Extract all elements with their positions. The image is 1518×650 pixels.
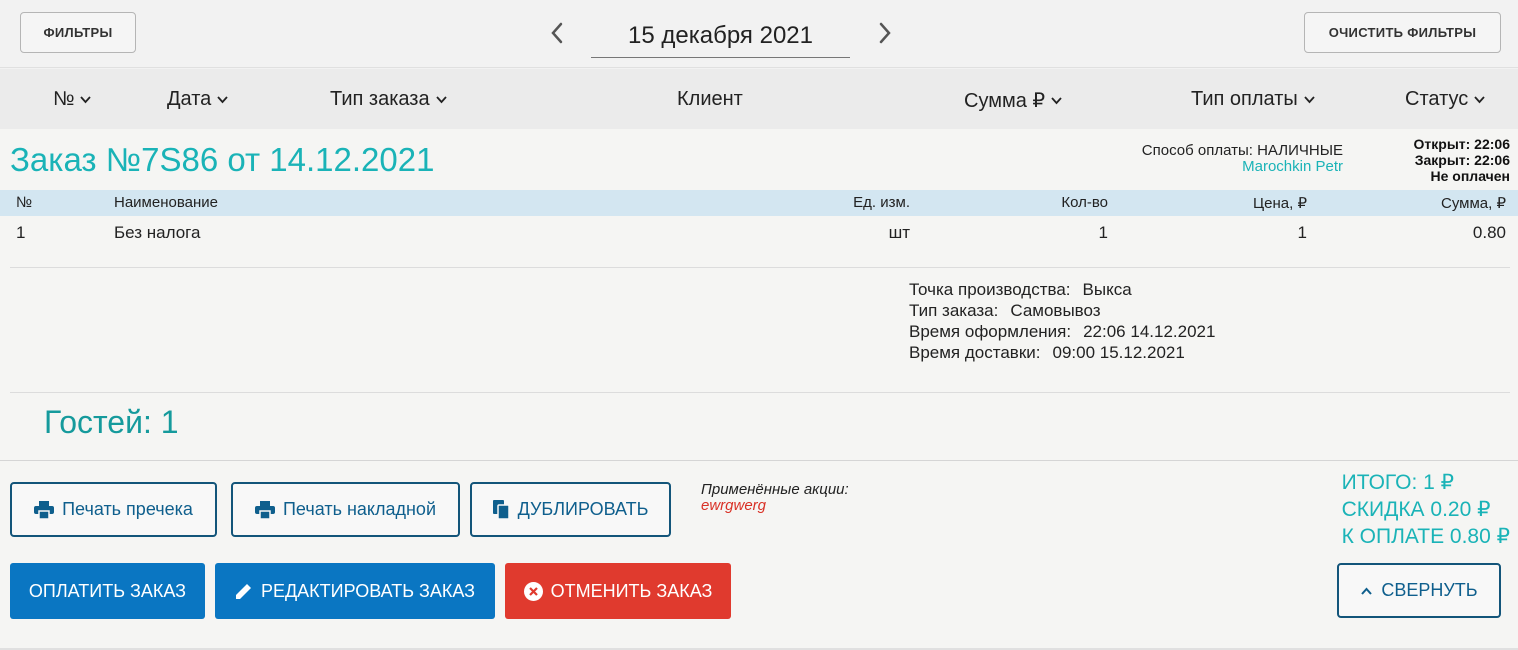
print-invoice-button[interactable]: Печать накладной	[231, 482, 460, 537]
item-qty: 1	[1098, 223, 1108, 242]
column-client: Клиент	[677, 88, 743, 111]
items-col-sum: Сумма, ₽	[1440, 195, 1506, 212]
column-number-label: №	[53, 88, 75, 110]
pencil-icon	[235, 584, 251, 599]
item-unit: шт	[888, 223, 910, 242]
chevron-down-icon	[217, 96, 228, 104]
promotion-name: ewrgwerg	[701, 497, 767, 514]
column-order-type-label: Тип заказа	[330, 88, 430, 110]
items-col-name: Наименование	[114, 194, 218, 211]
items-col-unit: Ед. изм.	[853, 194, 910, 211]
chevron-down-icon	[1474, 96, 1485, 104]
column-sum-label: Сумма ₽	[964, 90, 1046, 112]
column-header-row: № Дата Тип заказа Клиент Сумма ₽ Тип опл…	[0, 69, 1518, 129]
order-totals: ИТОГО: 1 ₽ СКИДКА 0.20 ₽ К ОПЛАТЕ 0.80 ₽	[1342, 469, 1510, 550]
order-user: Marochkin Petr	[1242, 158, 1343, 175]
column-payment-type[interactable]: Тип оплаты	[1191, 88, 1315, 111]
chevron-up-icon	[1361, 587, 1373, 595]
duplicate-button[interactable]: ДУБЛИРОВАТЬ	[470, 482, 671, 537]
amount-to-pay: К ОПЛАТЕ 0.80 ₽	[1341, 525, 1510, 548]
column-status-label: Статус	[1405, 88, 1469, 110]
column-number[interactable]: №	[53, 88, 92, 111]
copy-icon	[492, 499, 510, 520]
delivery-value: 09:00 15.12.2021	[1052, 343, 1185, 362]
printer-icon	[34, 500, 55, 519]
item-price: 1	[1297, 223, 1307, 242]
delivery-label: Время доставки:	[909, 343, 1041, 362]
chevron-down-icon	[435, 96, 447, 104]
created-label: Время оформления:	[909, 322, 1072, 341]
filters-button[interactable]: ФИЛЬТРЫ	[20, 12, 136, 53]
discount-amount: СКИДКА 0.20 ₽	[1341, 498, 1491, 521]
edit-order-label: РЕДАКТИРОВАТЬ ЗАКАЗ	[260, 580, 476, 601]
pay-order-button[interactable]: ОПЛАТИТЬ ЗАКАЗ	[10, 563, 205, 619]
next-date-button[interactable]	[873, 18, 897, 48]
cancel-order-button[interactable]: ОТМЕНИТЬ ЗАКАЗ	[505, 563, 731, 619]
item-sum: 0.80	[1472, 223, 1506, 242]
print-invoice-label: Печать накладной	[282, 499, 437, 519]
payment-info: Способ оплаты: НАЛИЧНЫЕ Marochkin Petr	[1142, 143, 1343, 175]
order-details-panel: Заказ №7S86 от 14.12.2021 Способ оплаты:…	[0, 129, 1518, 650]
items-table-header: № Наименование Ед. изм. Кол-во Цена, ₽ С…	[0, 190, 1518, 216]
column-date[interactable]: Дата	[167, 88, 228, 111]
edit-order-button[interactable]: РЕДАКТИРОВАТЬ ЗАКАЗ	[215, 563, 495, 619]
date-display[interactable]: 15 декабря 2021	[591, 18, 850, 58]
previous-date-button[interactable]	[545, 18, 569, 48]
total-amount: ИТОГО: 1 ₽	[1341, 471, 1454, 494]
payment-method: Способ оплаты: НАЛИЧНЫЕ	[1141, 142, 1343, 159]
chevron-down-icon	[1051, 97, 1062, 105]
duplicate-label: ДУБЛИРОВАТЬ	[517, 499, 649, 519]
column-status[interactable]: Статус	[1405, 88, 1485, 111]
chevron-right-icon	[879, 22, 891, 44]
column-order-type[interactable]: Тип заказа	[330, 88, 447, 111]
table-row: 1 Без налога шт 1 1 0.80	[0, 219, 1518, 247]
items-col-price: Цена, ₽	[1253, 195, 1307, 212]
cancel-circle-icon	[523, 581, 543, 601]
order-info: Точка производства: Выкса Тип заказа: Само…	[909, 279, 1215, 363]
collapse-button[interactable]: СВЕРНУТЬ	[1337, 563, 1501, 618]
order-title: Заказ №7S86 от 14.12.2021	[10, 141, 435, 178]
created-value: 22:06 14.12.2021	[1083, 322, 1216, 341]
pay-order-label: ОПЛАТИТЬ ЗАКАЗ	[28, 580, 187, 601]
column-payment-type-label: Тип оплаты	[1191, 88, 1298, 110]
printer-icon	[254, 500, 275, 519]
order-type-label: Тип заказа:	[909, 301, 999, 320]
order-type-value: Самовывоз	[1010, 301, 1101, 320]
print-precheck-label: Печать пречека	[62, 499, 193, 519]
collapse-label: СВЕРНУТЬ	[1381, 580, 1478, 600]
guests-count: Гостей: 1	[44, 404, 179, 440]
column-date-label: Дата	[167, 88, 212, 110]
chevron-down-icon	[80, 96, 92, 104]
column-sum[interactable]: Сумма ₽	[964, 88, 1062, 113]
print-precheck-button[interactable]: Печать пречека	[10, 482, 217, 537]
top-bar: ФИЛЬТРЫ 15 декабря 2021 ОЧИСТИТЬ ФИЛЬТРЫ	[0, 0, 1518, 68]
promotions-label: Применённые акции:	[701, 481, 849, 498]
chevron-down-icon	[1304, 96, 1315, 104]
divider	[10, 392, 1510, 393]
items-col-qty: Кол-во	[1061, 194, 1108, 211]
opened-time: Открыт: 22:06	[1413, 136, 1510, 152]
production-label: Точка производства:	[909, 280, 1071, 299]
applied-promotions: Применённые акции: ewrgwerg	[701, 482, 849, 514]
closed-time: Закрыт: 22:06	[1414, 152, 1510, 168]
column-client-label: Клиент	[677, 88, 743, 110]
clear-filters-button[interactable]: ОЧИСТИТЬ ФИЛЬТРЫ	[1304, 12, 1501, 53]
divider	[0, 460, 1518, 461]
paid-status: Не оплачен	[1430, 168, 1511, 184]
production-value: Выкса	[1082, 280, 1132, 299]
divider	[10, 267, 1510, 268]
items-col-num: №	[16, 194, 33, 211]
item-num: 1	[16, 223, 26, 242]
cancel-order-label: ОТМЕНИТЬ ЗАКАЗ	[550, 580, 713, 601]
item-name: Без налога	[114, 223, 201, 242]
chevron-left-icon	[551, 22, 563, 44]
order-status: Открыт: 22:06 Закрыт: 22:06 Не оплачен	[1414, 136, 1510, 184]
